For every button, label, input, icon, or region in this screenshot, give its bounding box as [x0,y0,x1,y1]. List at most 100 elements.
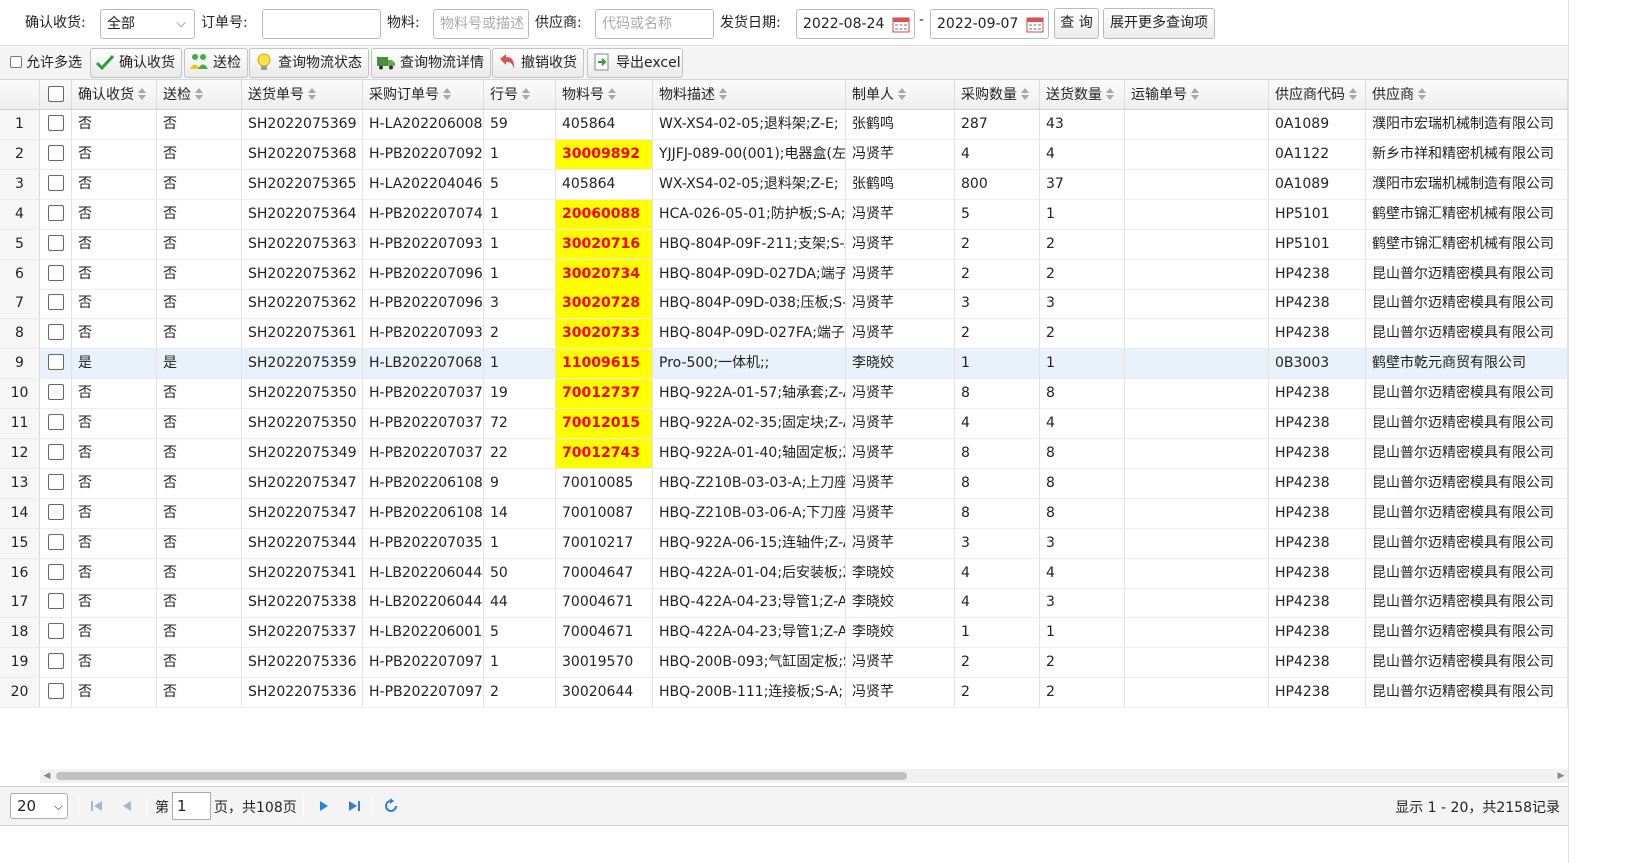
row-select-checkbox[interactable] [47,683,64,700]
material-input[interactable]: 物料号或描述 [433,9,529,39]
table-row[interactable]: 6 否否 SH2022075362 H-PB2022070968 1 30020734 HB… [0,259,1568,290]
inspection-cell: 是 [157,349,242,379]
table-row[interactable]: 2 否否 SH2022075368 H-PB2022070926 1 30009892 YJ… [0,139,1568,170]
current-page-input[interactable]: 1 [172,792,211,820]
page-prefix-label: 第 [155,800,169,816]
row-select-checkbox[interactable] [47,294,64,311]
row-select-checkbox[interactable] [47,443,64,460]
sort-icon[interactable] [443,88,451,100]
expand-more-filters-button[interactable]: 展开更多查询项 [1103,8,1215,39]
ship-qty-header[interactable]: 送货数量 [1040,80,1125,110]
sort-icon[interactable] [1191,88,1199,100]
sort-icon[interactable] [1349,88,1357,100]
checkbox-box[interactable] [10,56,22,68]
po-qty-header[interactable]: 采购数量 [955,80,1040,110]
scrollbar-thumb[interactable] [56,772,907,780]
confirm-receipt-header[interactable]: 确认收货 [72,80,157,110]
row-select-checkbox[interactable] [47,324,64,341]
sort-icon[interactable] [608,88,616,100]
table-row[interactable]: 5 否否 SH2022075363 H-PB2022070934 1 30020716 HB… [0,229,1568,260]
material-number-header[interactable]: 物料号 [556,80,653,110]
row-select-checkbox[interactable] [47,384,64,401]
last-page-icon[interactable] [343,795,365,817]
row-select-checkbox[interactable] [47,354,64,371]
po-number-header[interactable]: 采购订单号 [363,80,484,110]
row-select-checkbox[interactable] [47,264,64,281]
query-logistics-status-button[interactable]: 查询物流状态 [249,48,369,78]
row-select-checkbox[interactable] [47,234,64,251]
supplier-header[interactable]: 供应商 [1366,80,1568,110]
next-page-icon[interactable] [312,795,334,817]
row-select-checkbox[interactable] [47,174,64,191]
table-row[interactable]: 11 否否 SH2022075350 H-PB2022070376 72 70012015… [0,409,1568,439]
transport-number-header[interactable]: 运输单号 [1125,80,1269,110]
table-row[interactable]: 9 是是 SH2022075359 H-LB2022070687 1 11009615 Pr… [0,349,1568,380]
date-from-input[interactable]: 2022-08-24 [796,9,915,39]
material-desc-header[interactable]: 物料描述 [653,80,846,110]
line-number-header[interactable]: 行号 [484,80,556,110]
row-select-checkbox[interactable] [47,593,64,610]
calendar-icon[interactable] [891,14,911,34]
refresh-icon[interactable] [380,795,402,817]
row-select-checkbox[interactable] [47,503,64,520]
table-row[interactable]: 16 否否 SH2022075341 H-LB2022060444 50 70004647… [0,558,1568,589]
row-select-checkbox[interactable] [47,204,64,221]
select-all-checkbox[interactable] [47,86,64,102]
confirm-receipt-select[interactable]: 全部 ⌵ [100,9,195,39]
query-logistics-detail-button[interactable]: 查询物流详情 [371,48,491,78]
date-to-input[interactable]: 2022-09-07 [930,9,1049,39]
sort-icon[interactable] [1021,88,1029,100]
table-row[interactable]: 3 否否 SH2022075365 H-LA2022040464 5 405864 WX-X… [0,169,1568,200]
scroll-left-icon[interactable]: ◀ [40,769,54,783]
row-select-checkbox[interactable] [47,115,64,131]
table-row[interactable]: 20 否否 SH2022075336 H-PB2022070971 2 30020644 H… [0,678,1568,709]
confirm-receipt-button[interactable]: 确认收货 [90,48,182,78]
cancel-receipt-button[interactable]: 撤销收货 [492,48,584,78]
row-select-checkbox[interactable] [47,414,64,430]
sort-icon[interactable] [308,88,316,100]
page-size-select[interactable]: 20 ⌵ [10,793,68,819]
sort-icon[interactable] [1106,88,1114,100]
table-row[interactable]: 10 否否 SH2022075350 H-PB2022070376 19 70012737… [0,379,1568,410]
supplier-code-header[interactable]: 供应商代码 [1269,80,1366,110]
sort-icon[interactable] [195,88,203,100]
horizontal-scrollbar[interactable]: ◀ ▶ [40,769,1568,783]
table-row[interactable]: 13 否否 SH2022075347 H-PB2022061082 9 70010085 H… [0,468,1568,499]
sort-icon[interactable] [898,88,906,100]
table-row[interactable]: 18 否否 SH2022075337 H-LB2022060016 5 70004671 H… [0,618,1568,649]
delivery-number-header[interactable]: 送货单号 [242,80,363,110]
table-row[interactable]: 19 否否 SH2022075336 H-PB2022070971 1 30019570 H… [0,648,1568,679]
row-select-checkbox[interactable] [47,653,64,670]
inspection-header[interactable]: 送检 [157,80,242,110]
table-row[interactable]: 4 否否 SH2022075364 H-PB2022070744 1 20060088 HC… [0,199,1568,230]
row-select-checkbox[interactable] [47,473,64,490]
allow-multi-select-checkbox[interactable]: 允许多选 [10,52,82,72]
supplier-input[interactable]: 代码或名称 [595,9,714,39]
transport-number-cell [1125,349,1269,379]
table-row[interactable]: 12 否否 SH2022075349 H-PB2022070376 22 70012743… [0,438,1568,469]
row-select-checkbox[interactable] [47,563,64,580]
row-select-checkbox[interactable] [47,533,64,550]
scroll-right-icon[interactable]: ▶ [1554,769,1568,783]
order-number-input[interactable] [262,9,381,39]
sort-icon[interactable] [138,88,146,100]
table-row[interactable]: 8 否否 SH2022075361 H-PB2022070935 2 30020733 HB… [0,319,1568,350]
prev-page-icon[interactable] [117,795,139,817]
table-row[interactable]: 17 否否 SH2022075338 H-LB2022060444 44 70004671… [0,588,1568,619]
sort-icon[interactable] [522,88,530,100]
query-button[interactable]: 查 询 [1054,8,1099,39]
table-row[interactable]: 15 否否 SH2022075344 H-PB2022070358 1 70010217 H… [0,528,1568,559]
creator-header[interactable]: 制单人 [846,80,955,110]
row-select-checkbox[interactable] [47,144,64,161]
first-page-icon[interactable] [86,795,108,817]
table-row[interactable]: 7 否否 SH2022075362 H-PB2022070968 3 30020728 HB… [0,289,1568,320]
ship-qty-cell: 4 [1040,409,1125,438]
sort-icon[interactable] [719,88,727,100]
send-inspection-button[interactable]: 送检 [184,48,248,78]
export-excel-button[interactable]: 导出excel [587,48,683,78]
row-select-checkbox[interactable] [47,623,64,640]
table-row[interactable]: 1 否否 SH2022075369 H-LA2022060085 59 405864 WX-… [0,110,1568,140]
calendar-icon[interactable] [1025,14,1045,34]
table-row[interactable]: 14 否否 SH2022075347 H-PB2022061082 14 70010087… [0,498,1568,529]
sort-icon[interactable] [1418,88,1426,100]
